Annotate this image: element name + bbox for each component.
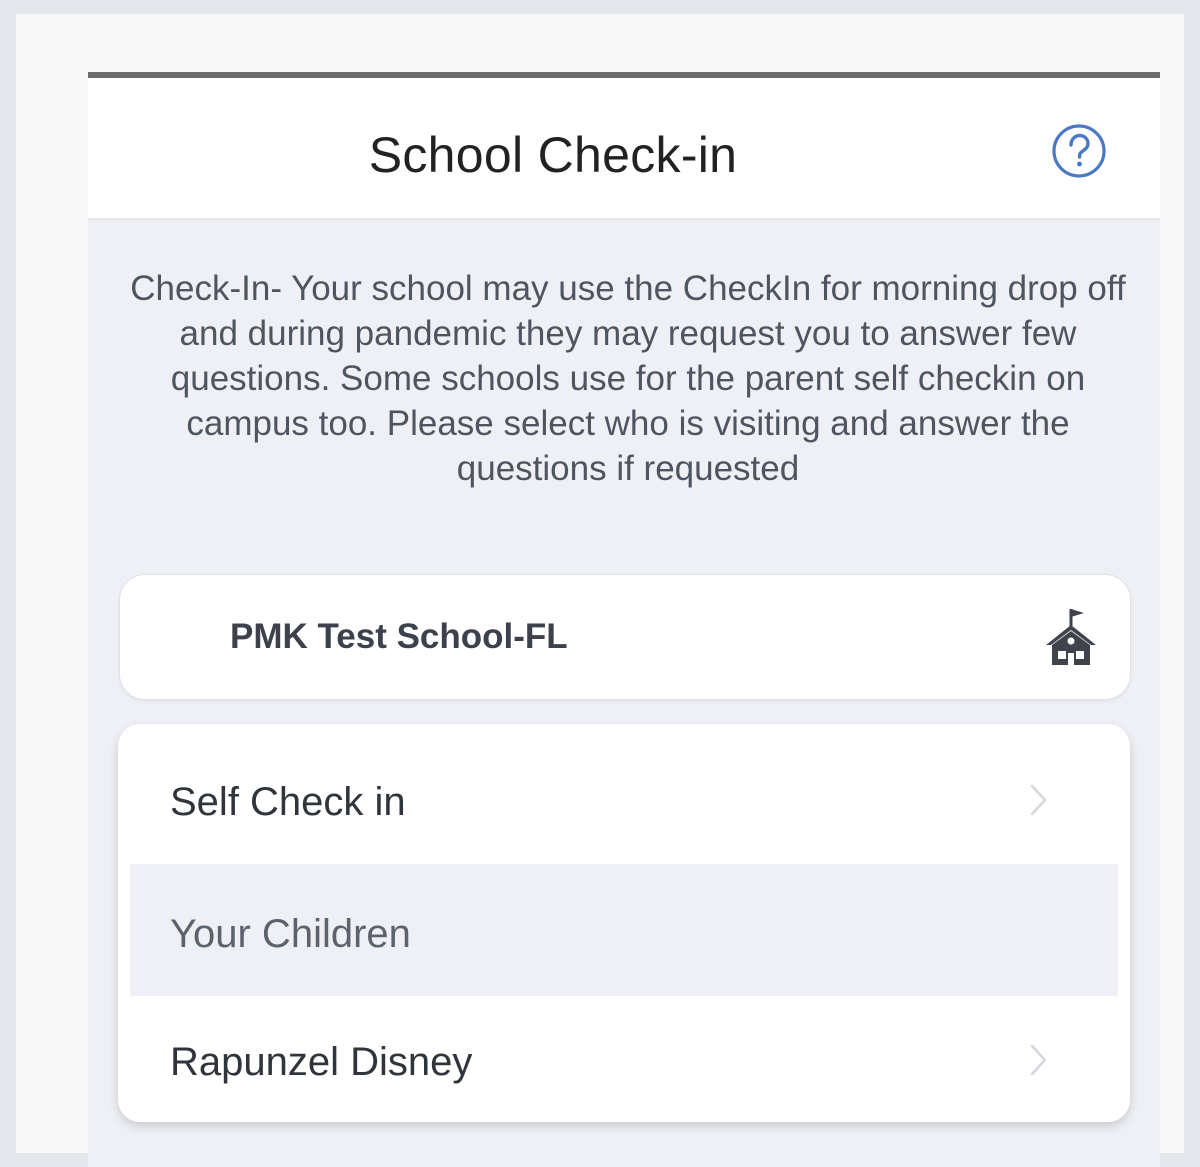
check-in-screen: School Check-in Check-In- Your school ma…: [88, 72, 1160, 1167]
check-in-description: Check-In- Your school may use the CheckI…: [130, 269, 1126, 488]
header-bar: School Check-in: [88, 78, 1160, 218]
page-title: School Check-in: [368, 127, 738, 183]
chevron-right-icon: [1030, 1044, 1047, 1076]
self-check-in-label: Self Check in: [170, 780, 406, 824]
visitor-menu: Self Check in Your Children Rapunzel Dis…: [118, 724, 1130, 1122]
school-selector[interactable]: PMK Test School-FL: [119, 574, 1131, 700]
school-name: PMK Test School-FL: [230, 617, 568, 656]
app-frame: School Check-in Check-In- Your school ma…: [16, 14, 1184, 1167]
your-children-section-header: Your Children: [130, 864, 1118, 996]
chevron-right-icon: [1030, 784, 1047, 816]
self-check-in-row[interactable]: Self Check in: [130, 732, 1118, 864]
child-name: Rapunzel Disney: [170, 1040, 473, 1084]
school-building-icon: [1046, 609, 1096, 665]
question-circle-icon: [1052, 124, 1106, 178]
your-children-label: Your Children: [170, 912, 411, 956]
child-row[interactable]: Rapunzel Disney: [130, 992, 1118, 1122]
help-button[interactable]: [1051, 123, 1107, 179]
